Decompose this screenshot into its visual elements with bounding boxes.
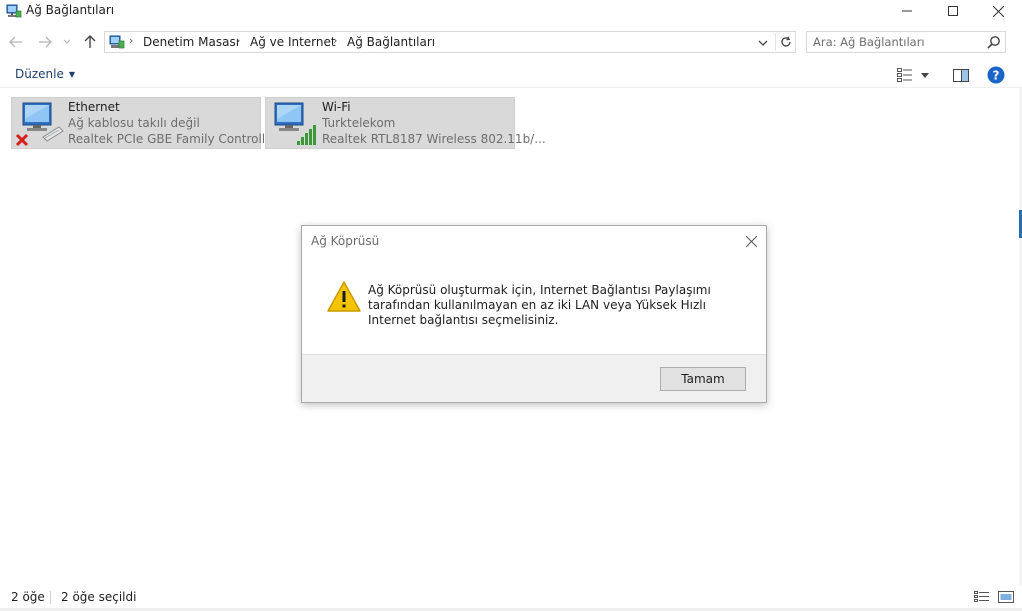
back-button[interactable] xyxy=(6,32,26,52)
large-icons-view-button[interactable] xyxy=(997,588,1015,606)
close-icon xyxy=(992,5,1004,17)
connection-name: Ethernet xyxy=(68,100,120,114)
chevron-right-icon[interactable]: › xyxy=(129,34,133,47)
network-connections-icon xyxy=(6,3,22,19)
minimize-icon xyxy=(902,10,912,12)
connection-name: Wi-Fi xyxy=(322,100,351,114)
up-button[interactable] xyxy=(80,32,100,52)
connection-status: Ağ kablosu takılı değil xyxy=(68,116,200,130)
chevron-down-icon xyxy=(63,39,71,44)
close-icon xyxy=(745,235,757,247)
item-count: 2 öğe xyxy=(11,590,45,604)
organize-label: Düzenle xyxy=(15,67,64,81)
help-icon: ? xyxy=(987,66,1005,84)
arrow-right-icon xyxy=(39,36,52,48)
connection-status: Turktelekom xyxy=(322,116,396,130)
details-view-icon xyxy=(974,591,989,602)
connection-device: Realtek PCIe GBE Family Controller xyxy=(68,132,278,146)
status-bar: 2 öğe 2 öğe seçildi xyxy=(0,586,1022,608)
large-icons-view-icon xyxy=(998,591,1014,603)
window-title: Ağ Bağlantıları xyxy=(26,3,115,17)
refresh-button[interactable] xyxy=(775,33,795,51)
address-dropdown-button[interactable] xyxy=(755,35,771,51)
organize-menu-button[interactable]: Düzenle ▼ xyxy=(15,67,75,81)
address-bar[interactable]: › Denetim Masası › Ağ ve Internet › Ağ B… xyxy=(104,31,796,53)
dialog-message: Ağ Köprüsü oluşturmak için, Internet Bağ… xyxy=(368,283,711,327)
forward-button[interactable] xyxy=(35,32,55,52)
selected-count: 2 öğe seçildi xyxy=(61,590,137,604)
dialog-footer: Tamam xyxy=(302,354,766,402)
maximize-icon xyxy=(948,6,958,16)
preview-pane-icon xyxy=(953,68,969,82)
breadcrumb-control-panel[interactable]: Denetim Masası xyxy=(143,35,239,49)
search-icon[interactable] xyxy=(987,35,1001,49)
recent-locations-button[interactable] xyxy=(60,32,74,52)
network-bridge-dialog: Ağ Köprüsü Ağ Köprüsü oluşturmak için, I… xyxy=(301,225,767,403)
ethernet-disconnected-icon xyxy=(15,101,65,147)
chevron-right-icon[interactable]: › xyxy=(333,34,337,47)
warning-icon xyxy=(326,280,362,314)
svg-text:?: ? xyxy=(993,69,1000,83)
dialog-close-button[interactable] xyxy=(742,232,760,250)
breadcrumb-network-internet[interactable]: Ağ ve Internet xyxy=(250,35,336,49)
connection-device: Realtek RTL8187 Wireless 802.11b/... xyxy=(322,132,546,146)
chevron-right-icon[interactable]: › xyxy=(236,34,240,47)
breadcrumb-network-connections[interactable]: Ağ Bağlantıları xyxy=(347,35,435,49)
view-options-dropdown[interactable] xyxy=(918,66,932,84)
command-bar: Düzenle ▼ ? xyxy=(0,62,1022,88)
caret-down-icon: ▼ xyxy=(68,69,76,79)
caret-down-icon xyxy=(921,72,929,78)
maximize-button[interactable] xyxy=(930,0,976,22)
details-view-icon xyxy=(897,68,912,82)
dialog-title: Ağ Köprüsü xyxy=(311,234,380,248)
connection-tile-wifi[interactable]: Wi-Fi Turktelekom Realtek RTL8187 Wirele… xyxy=(265,97,546,149)
help-button[interactable]: ? xyxy=(987,66,1005,84)
arrow-left-icon xyxy=(9,36,22,48)
chevron-down-icon xyxy=(758,40,768,46)
search-input[interactable] xyxy=(813,34,983,50)
status-divider xyxy=(50,591,51,604)
title-bar: Ağ Bağlantıları xyxy=(0,0,1022,22)
ok-button[interactable]: Tamam xyxy=(660,367,746,391)
refresh-icon xyxy=(780,36,791,47)
wifi-signal-icon xyxy=(269,101,319,147)
details-view-button[interactable] xyxy=(973,588,991,606)
minimize-button[interactable] xyxy=(884,0,930,22)
search-box[interactable] xyxy=(806,31,1006,53)
preview-pane-button[interactable] xyxy=(952,66,970,84)
control-panel-icon xyxy=(109,34,125,50)
close-button[interactable] xyxy=(975,0,1021,22)
connection-tile-ethernet[interactable]: Ethernet Ağ kablosu takılı değil Realtek… xyxy=(11,97,277,149)
change-view-button[interactable] xyxy=(896,66,914,84)
arrow-up-icon xyxy=(84,35,96,48)
